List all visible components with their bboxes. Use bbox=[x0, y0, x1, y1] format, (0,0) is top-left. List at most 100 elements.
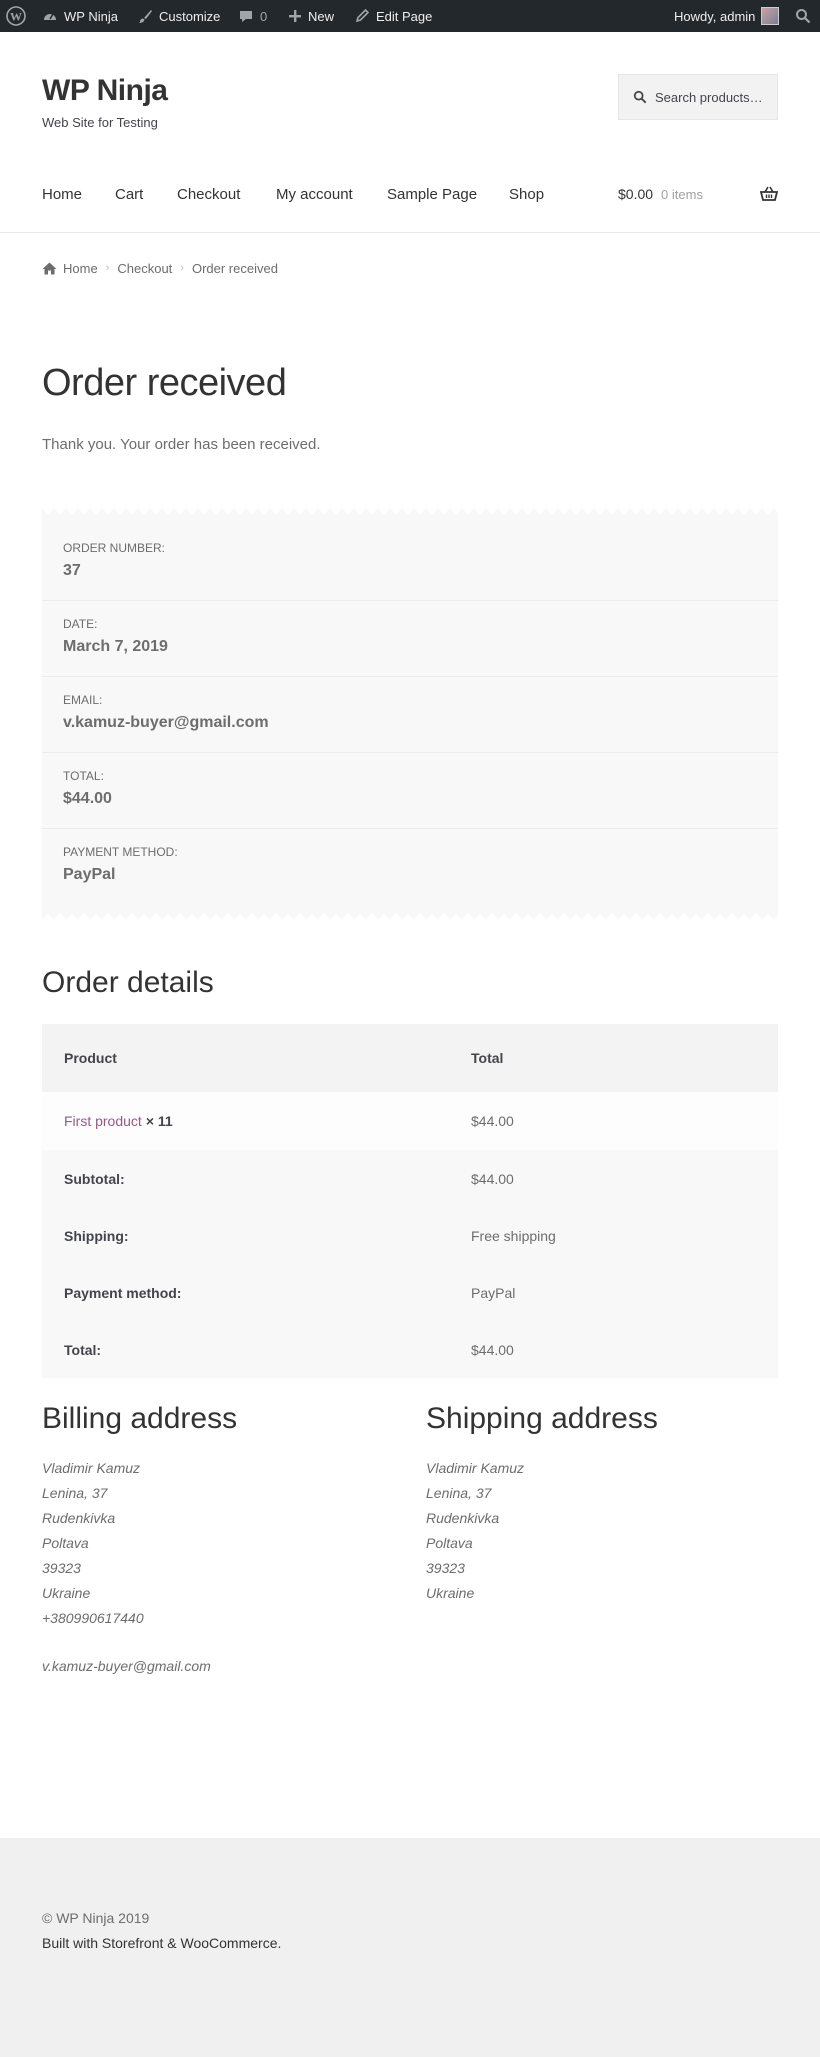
shipping-line: Lenina, 37 bbox=[426, 1485, 492, 1501]
nav-shop[interactable]: Shop bbox=[509, 186, 544, 206]
shipping-value: Free shipping bbox=[471, 1227, 556, 1244]
billing-line: Rudenkivka bbox=[42, 1510, 116, 1526]
product-quantity: × 11 bbox=[145, 1113, 173, 1129]
breadcrumb: Home › Checkout › Order received bbox=[42, 260, 278, 276]
overview-value: v.kamuz-buyer@gmail.com bbox=[63, 714, 269, 731]
billing-email: v.kamuz-buyer@gmail.com bbox=[42, 1658, 211, 1674]
product-link[interactable]: First product bbox=[64, 1113, 142, 1129]
subtotal-label: Subtotal: bbox=[64, 1170, 125, 1187]
billing-line: Ukraine bbox=[42, 1585, 91, 1601]
overview-order-number: Order number: 37 bbox=[42, 508, 778, 601]
nav-sample-page[interactable]: Sample Page bbox=[387, 186, 477, 206]
product-total: $44.00 bbox=[471, 1113, 514, 1129]
new-label: New bbox=[308, 8, 335, 24]
overview-value: $44.00 bbox=[63, 790, 112, 807]
product-cell: First product × 11 bbox=[64, 1092, 173, 1150]
nav-my-account[interactable]: My account bbox=[276, 186, 353, 206]
thank-you-message: Thank you. Your order has been received. bbox=[42, 436, 321, 453]
search-placeholder: Search products… bbox=[655, 89, 763, 105]
avatar bbox=[761, 7, 780, 25]
plus-icon bbox=[288, 9, 302, 23]
header-divider bbox=[0, 232, 820, 233]
nav-home[interactable]: Home bbox=[42, 186, 82, 206]
home-icon bbox=[42, 262, 57, 275]
overview-payment-method: Payment method: PayPal bbox=[42, 829, 778, 920]
total-value: $44.00 bbox=[471, 1341, 514, 1358]
admin-search-icon[interactable] bbox=[795, 0, 811, 32]
overview-value: 37 bbox=[63, 562, 81, 579]
billing-phone: +380990617440 bbox=[42, 1610, 144, 1626]
breadcrumb-home[interactable]: Home bbox=[63, 261, 98, 276]
shipping-address-title: Shipping address bbox=[426, 1402, 658, 1435]
overview-email: Email: v.kamuz-buyer@gmail.com bbox=[42, 677, 778, 753]
billing-line: Poltava bbox=[42, 1535, 89, 1551]
footer-copyright: © WP Ninja 2019 bbox=[42, 1910, 150, 1926]
comments-count: 0 bbox=[260, 8, 268, 24]
subtotal-value: $44.00 bbox=[471, 1170, 514, 1187]
table-row: Total: $44.00 bbox=[42, 1321, 778, 1378]
admin-site-name: WP Ninja bbox=[64, 8, 118, 24]
svg-text:W: W bbox=[10, 10, 22, 24]
nav-cart[interactable]: Cart bbox=[115, 186, 143, 206]
brush-icon bbox=[137, 8, 153, 24]
billing-address-title: Billing address bbox=[42, 1402, 238, 1435]
comment-icon bbox=[238, 8, 254, 24]
site-title[interactable]: WP Ninja bbox=[42, 74, 168, 108]
edit-page-link[interactable]: Edit Page bbox=[354, 0, 432, 32]
overview-label: Total: bbox=[63, 769, 104, 783]
breadcrumb-checkout[interactable]: Checkout bbox=[117, 261, 172, 276]
table-header-row: Product Total bbox=[42, 1024, 778, 1092]
shipping-line: Ukraine bbox=[426, 1585, 475, 1601]
table-row: Subtotal: $44.00 bbox=[42, 1150, 778, 1207]
total-label: Total: bbox=[64, 1341, 102, 1358]
table-row: Shipping: Free shipping bbox=[42, 1207, 778, 1264]
table-row: Payment method: PayPal bbox=[42, 1264, 778, 1321]
zigzag-edge-bottom bbox=[42, 913, 778, 920]
cart-amount: $0.00 bbox=[618, 186, 654, 202]
new-content-link[interactable]: New bbox=[288, 0, 334, 32]
payment-method-label: Payment method: bbox=[64, 1284, 182, 1301]
overview-label: Date: bbox=[63, 617, 98, 631]
admin-bar: W WP Ninja Customize 0 New Edit Page How… bbox=[0, 0, 820, 32]
billing-line: Lenina, 37 bbox=[42, 1485, 108, 1501]
breadcrumb-separator: › bbox=[180, 262, 184, 274]
column-header-total: Total bbox=[471, 1050, 504, 1066]
shipping-line: 39323 bbox=[426, 1560, 465, 1576]
breadcrumb-separator: › bbox=[105, 262, 110, 274]
pencil-icon bbox=[354, 8, 370, 24]
overview-value: PayPal bbox=[63, 866, 116, 883]
table-row: First product × 11 $44.00 bbox=[42, 1092, 778, 1150]
overview-total: Total: $44.00 bbox=[42, 753, 778, 829]
overview-label: Email: bbox=[63, 693, 103, 707]
breadcrumb-current: Order received bbox=[191, 260, 278, 276]
wordpress-logo-icon[interactable]: W bbox=[6, 0, 26, 32]
site-description: Web Site for Testing bbox=[42, 115, 158, 130]
header-cart[interactable]: $0.00 0 items bbox=[618, 186, 703, 202]
page-title: Order received bbox=[42, 362, 287, 404]
basket-icon[interactable] bbox=[759, 186, 779, 207]
payment-method-value: PayPal bbox=[471, 1284, 516, 1301]
column-header-product: Product bbox=[64, 1050, 117, 1066]
admin-site-link[interactable]: WP Ninja bbox=[42, 0, 118, 32]
shipping-line: Vladimir Kamuz bbox=[426, 1460, 525, 1476]
footer-credit-link[interactable]: Built with Storefront & WooCommerce. bbox=[42, 1935, 281, 1951]
billing-line: Vladimir Kamuz bbox=[42, 1460, 141, 1476]
shipping-line: Rudenkivka bbox=[426, 1510, 500, 1526]
product-search-input[interactable]: Search products… bbox=[618, 74, 778, 120]
howdy-text: Howdy, admin bbox=[674, 8, 756, 24]
my-account-menu[interactable]: Howdy, admin bbox=[674, 0, 780, 32]
overview-date: Date: March 7, 2019 bbox=[42, 601, 778, 677]
order-overview: Order number: 37 Date: March 7, 2019 Ema… bbox=[42, 508, 778, 920]
customize-link[interactable]: Customize bbox=[137, 0, 220, 32]
search-icon bbox=[633, 90, 647, 104]
order-details-title: Order details bbox=[42, 966, 214, 999]
shipping-label: Shipping: bbox=[64, 1227, 129, 1244]
shipping-line: Poltava bbox=[426, 1535, 473, 1551]
customize-label: Customize bbox=[159, 8, 221, 24]
comments-link[interactable]: 0 bbox=[238, 0, 267, 32]
overview-value: March 7, 2019 bbox=[63, 638, 168, 655]
edit-page-label: Edit Page bbox=[376, 8, 433, 24]
dashboard-icon bbox=[42, 8, 58, 24]
billing-line: 39323 bbox=[42, 1560, 81, 1576]
nav-checkout[interactable]: Checkout bbox=[177, 186, 240, 206]
